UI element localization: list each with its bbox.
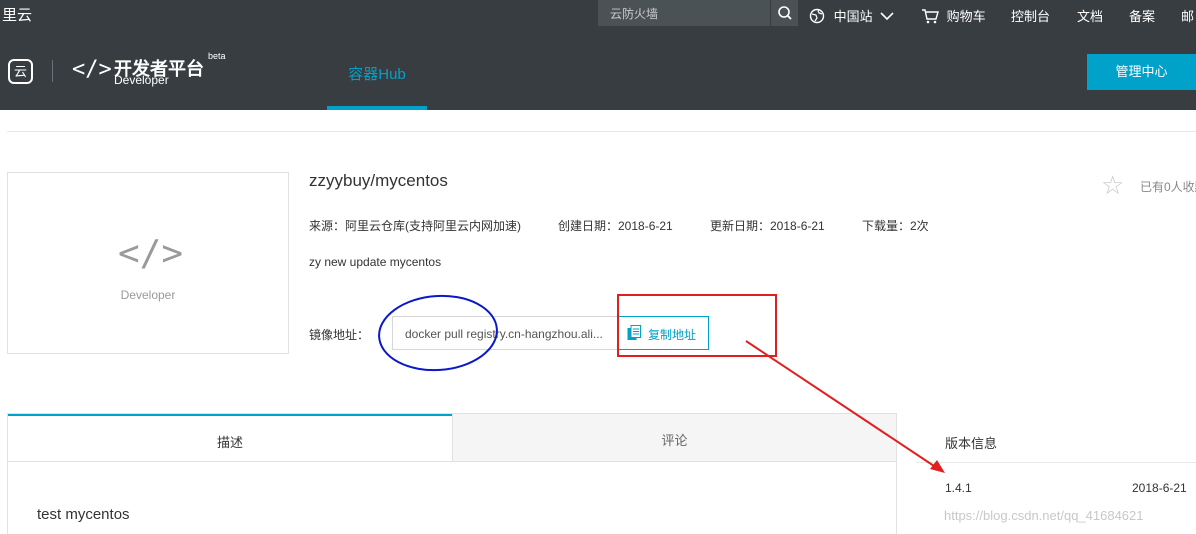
tab-comments[interactable]: 评论	[452, 414, 896, 461]
code-icon: </>	[72, 57, 112, 82]
readme-text: test mycentos	[37, 506, 130, 523]
copy-icon	[627, 325, 641, 340]
repo-source: 来源：阿里云仓库(支持阿里云内网加速)	[309, 219, 521, 233]
globe-icon	[809, 8, 825, 24]
mail-link[interactable]: 邮	[1181, 6, 1194, 25]
repo-name: zzyybuy/mycentos	[309, 171, 448, 190]
search-input[interactable]: 云防火墙	[598, 0, 770, 26]
tab-container-hub-label: 容器Hub	[348, 66, 406, 83]
repo-thumbnail: </> Developer	[7, 172, 289, 354]
repo-description: zy new update mycentos	[309, 255, 442, 269]
search-icon	[778, 6, 792, 20]
main-header: 云 </> 开发者平台 beta Developer 容器Hub 管理中心	[0, 27, 1196, 110]
tab-describe[interactable]: 描述	[8, 414, 452, 461]
cart-label: 购物车	[946, 9, 986, 24]
version-divider	[916, 462, 1196, 463]
record-link[interactable]: 备案	[1129, 6, 1155, 25]
thumbnail-label: Developer	[120, 288, 176, 302]
developer-code-icon: </>	[118, 233, 184, 274]
search-button[interactable]	[770, 0, 798, 26]
repo-updated-date: 更新日期：2018-6-21	[710, 219, 825, 233]
manage-center-button[interactable]: 管理中心	[1087, 54, 1196, 90]
version-date: 2018-6-21	[1132, 481, 1187, 495]
aliyun-logo[interactable]: 云	[8, 59, 33, 84]
region-selector[interactable]: 中国站	[809, 6, 894, 25]
cart-icon	[922, 9, 939, 24]
star-icon[interactable]: ☆	[1101, 170, 1124, 201]
tab-panel	[7, 461, 897, 534]
tab-container-hub[interactable]: 容器Hub	[327, 27, 427, 110]
copy-address-button[interactable]: 复制地址	[617, 316, 709, 350]
image-address-label: 镜像地址：	[309, 328, 370, 342]
platform-subtitle: Developer	[114, 73, 169, 87]
active-tab-indicator	[327, 106, 427, 110]
copy-address-label: 复制地址	[648, 328, 697, 342]
region-label: 中国站	[833, 9, 873, 24]
pull-command-field[interactable]: docker pull registry.cn-hangzhou.ali...	[392, 316, 618, 350]
repo-created-date: 创建日期：2018-6-21	[558, 219, 673, 233]
logo-separator	[52, 60, 53, 82]
version-number[interactable]: 1.4.1	[945, 481, 972, 495]
brand-text[interactable]: 里云	[2, 4, 32, 25]
chevron-down-icon	[880, 12, 894, 21]
docs-link[interactable]: 文档	[1077, 6, 1103, 25]
version-info-title: 版本信息	[945, 436, 998, 451]
repo-download-count: 下载量：2次	[862, 219, 929, 233]
favorite-count: 已有0人收藏	[1140, 180, 1196, 194]
content-tabs: 描述 评论	[7, 413, 897, 462]
console-link[interactable]: 控制台	[1011, 6, 1050, 25]
beta-badge: beta	[208, 51, 226, 61]
top-bar: 里云 云防火墙 中国站 购物车 控制台 文档 备案 邮	[0, 0, 1196, 27]
content-divider	[7, 131, 1196, 132]
cart-link[interactable]: 购物车	[921, 6, 986, 25]
watermark: https://blog.csdn.net/qq_41684621	[944, 508, 1144, 523]
